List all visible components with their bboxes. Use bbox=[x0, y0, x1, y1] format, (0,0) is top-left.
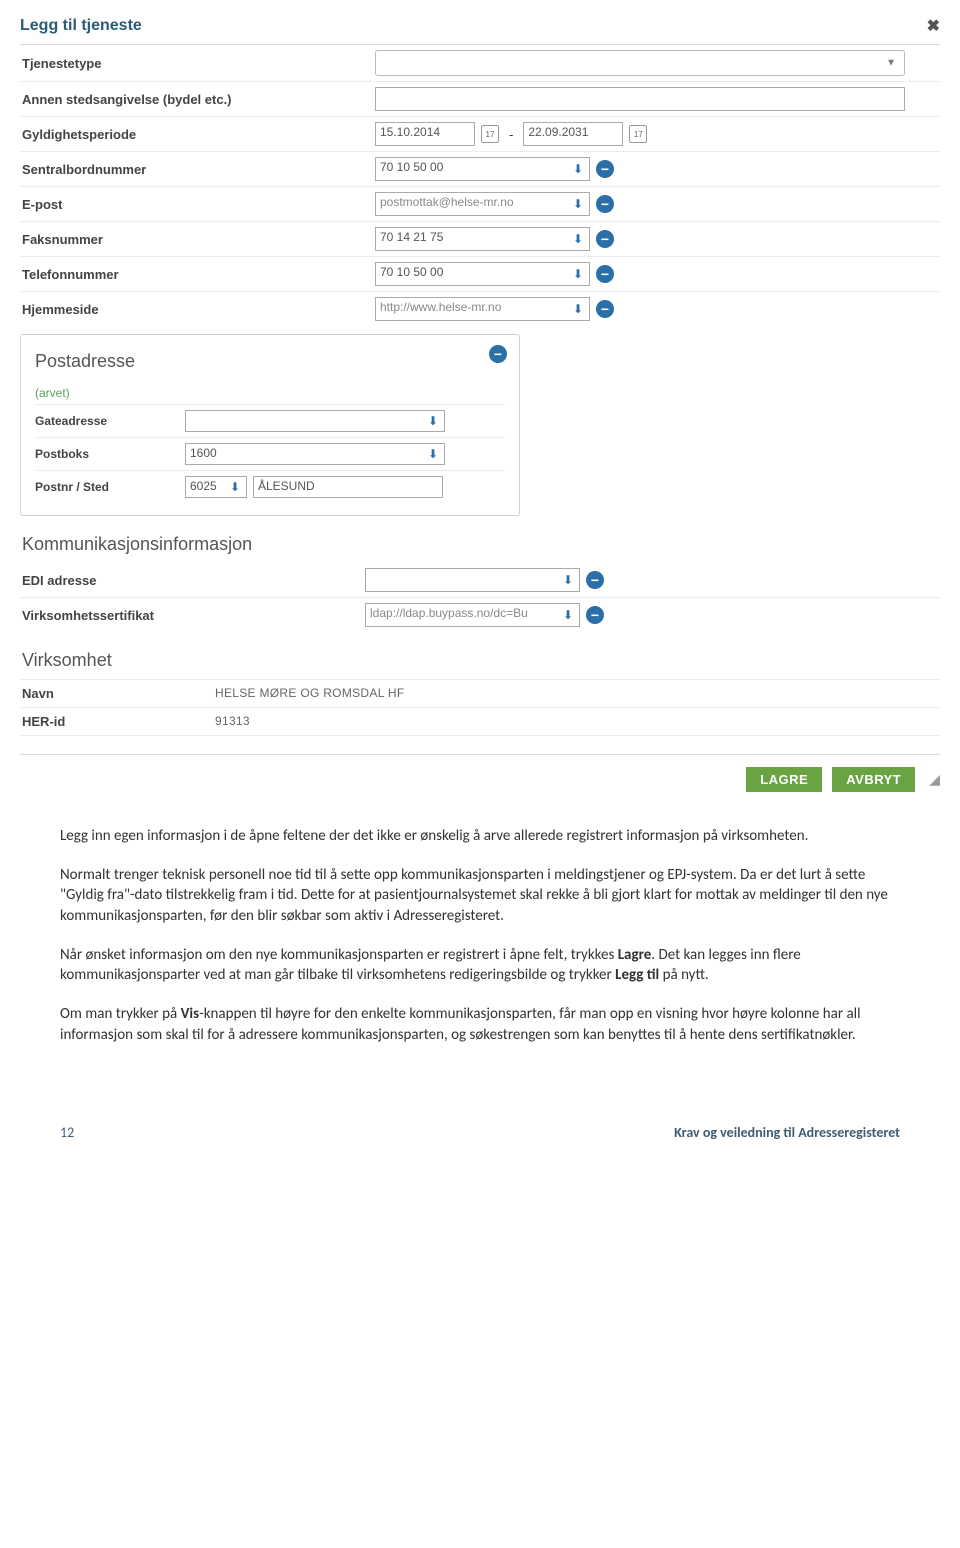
remove-icon[interactable]: − bbox=[596, 265, 614, 283]
label-epost: E-post bbox=[20, 197, 375, 212]
label-gateadresse: Gateadresse bbox=[35, 414, 185, 428]
sted-input[interactable]: ÅLESUND bbox=[253, 476, 443, 498]
text: på nytt. bbox=[659, 966, 709, 984]
paragraph: Legg inn egen informasjon i de åpne felt… bbox=[60, 826, 900, 847]
avbryt-button[interactable]: AVBRYT bbox=[832, 767, 915, 792]
paragraph: Normalt trenger teknisk personell noe ti… bbox=[60, 865, 900, 927]
label-navn: Navn bbox=[20, 686, 215, 701]
gateadresse-input[interactable]: ⬇ bbox=[185, 410, 445, 432]
download-icon[interactable]: ⬇ bbox=[226, 478, 244, 496]
input-value: ldap://ldap.buypass.no/dc=Bu bbox=[370, 606, 528, 620]
sertifikat-input[interactable]: ldap://ldap.buypass.no/dc=Bu ⬇ bbox=[365, 603, 580, 627]
download-icon[interactable]: ⬇ bbox=[569, 160, 587, 178]
date-to-input[interactable]: 22.09.2031 bbox=[523, 122, 623, 146]
date-from-input[interactable]: 15.10.2014 bbox=[375, 122, 475, 146]
calendar-icon[interactable]: 17 bbox=[481, 125, 499, 143]
value-navn: HELSE MØRE OG ROMSDAL HF bbox=[215, 686, 404, 701]
document-body: Legg inn egen informasjon i de åpne felt… bbox=[0, 796, 960, 1046]
label-edi: EDI adresse bbox=[20, 573, 365, 588]
label-faks: Faksnummer bbox=[20, 232, 375, 247]
tjenestetype-dropdown[interactable]: ▼ bbox=[375, 50, 905, 76]
download-icon[interactable]: ⬇ bbox=[569, 300, 587, 318]
postadresse-panel: − Postadresse (arvet) Gateadresse ⬇ Post… bbox=[20, 334, 520, 516]
lagre-button[interactable]: LAGRE bbox=[746, 767, 822, 792]
text: Om man trykker på bbox=[60, 1005, 181, 1023]
kommunikasjon-title: Kommunikasjonsinformasjon bbox=[22, 534, 940, 555]
download-icon[interactable]: ⬇ bbox=[559, 571, 577, 589]
label-tjenestetype: Tjenestetype bbox=[20, 56, 375, 71]
paragraph: Når ønsket informasjon om den nye kommun… bbox=[60, 945, 900, 986]
dialog-title: Legg til tjeneste bbox=[20, 17, 142, 35]
sentralbord-input[interactable]: 70 10 50 00 ⬇ bbox=[375, 157, 590, 181]
calendar-icon[interactable]: 17 bbox=[629, 125, 647, 143]
arvet-label: (arvet) bbox=[35, 386, 505, 404]
remove-icon[interactable]: − bbox=[596, 160, 614, 178]
edi-input[interactable]: ⬇ bbox=[365, 568, 580, 592]
remove-icon[interactable]: − bbox=[596, 195, 614, 213]
input-value: 1600 bbox=[190, 446, 217, 460]
paragraph: Om man trykker på Vis-knappen til høyre … bbox=[60, 1004, 900, 1045]
download-icon[interactable]: ⬇ bbox=[424, 445, 442, 463]
dash: - bbox=[505, 127, 517, 142]
remove-icon[interactable]: − bbox=[586, 606, 604, 624]
page-number: 12 bbox=[60, 1124, 74, 1141]
epost-input[interactable]: postmottak@helse-mr.no ⬇ bbox=[375, 192, 590, 216]
bold-text: Vis bbox=[181, 1005, 200, 1023]
label-gyldighetsperiode: Gyldighetsperiode bbox=[20, 127, 375, 142]
download-icon[interactable]: ⬇ bbox=[559, 606, 577, 624]
footer-title: Krav og veiledning til Adresseregisteret bbox=[674, 1124, 900, 1141]
bold-text: Legg til bbox=[615, 966, 659, 984]
faks-input[interactable]: 70 14 21 75 ⬇ bbox=[375, 227, 590, 251]
input-value: postmottak@helse-mr.no bbox=[380, 195, 514, 209]
remove-icon[interactable]: − bbox=[596, 300, 614, 318]
label-telefon: Telefonnummer bbox=[20, 267, 375, 282]
label-sentralbord: Sentralbordnummer bbox=[20, 162, 375, 177]
postadresse-title: Postadresse bbox=[35, 351, 505, 372]
label-hjemmeside: Hjemmeside bbox=[20, 302, 375, 317]
remove-icon[interactable]: − bbox=[596, 230, 614, 248]
value-her-id: 91313 bbox=[215, 714, 250, 729]
label-her-id: HER-id bbox=[20, 714, 215, 729]
close-icon[interactable]: ✖ bbox=[927, 16, 940, 36]
remove-icon[interactable]: − bbox=[489, 345, 507, 363]
postnr-input[interactable]: 6025 ⬇ bbox=[185, 476, 247, 498]
label-annen-stedsangivelse: Annen stedsangivelse (bydel etc.) bbox=[20, 92, 375, 107]
telefon-input[interactable]: 70 10 50 00 ⬇ bbox=[375, 262, 590, 286]
resize-handle-icon[interactable]: ◢ bbox=[925, 771, 940, 788]
text: Når ønsket informasjon om den nye kommun… bbox=[60, 946, 618, 964]
download-icon[interactable]: ⬇ bbox=[569, 195, 587, 213]
label-postboks: Postboks bbox=[35, 447, 185, 461]
input-value: 70 10 50 00 bbox=[380, 265, 443, 279]
label-postnr-sted: Postnr / Sted bbox=[35, 480, 185, 494]
remove-icon[interactable]: − bbox=[586, 571, 604, 589]
label-sertifikat: Virksomhetssertifikat bbox=[20, 608, 365, 623]
chevron-down-icon: ▼ bbox=[886, 58, 896, 69]
postboks-input[interactable]: 1600 ⬇ bbox=[185, 443, 445, 465]
page-footer: 12 Krav og veiledning til Adresseregiste… bbox=[0, 1064, 960, 1161]
download-icon[interactable]: ⬇ bbox=[569, 265, 587, 283]
input-value: ÅLESUND bbox=[258, 479, 315, 493]
input-value: 6025 bbox=[190, 479, 217, 493]
download-icon[interactable]: ⬇ bbox=[424, 412, 442, 430]
input-value: 70 10 50 00 bbox=[380, 160, 443, 174]
annen-stedsangivelse-input[interactable] bbox=[375, 87, 905, 111]
input-value: 70 14 21 75 bbox=[380, 230, 443, 244]
bold-text: Lagre bbox=[618, 946, 652, 964]
download-icon[interactable]: ⬇ bbox=[569, 230, 587, 248]
input-value: http://www.helse-mr.no bbox=[380, 300, 501, 314]
virksomhet-title: Virksomhet bbox=[22, 650, 940, 671]
hjemmeside-input[interactable]: http://www.helse-mr.no ⬇ bbox=[375, 297, 590, 321]
